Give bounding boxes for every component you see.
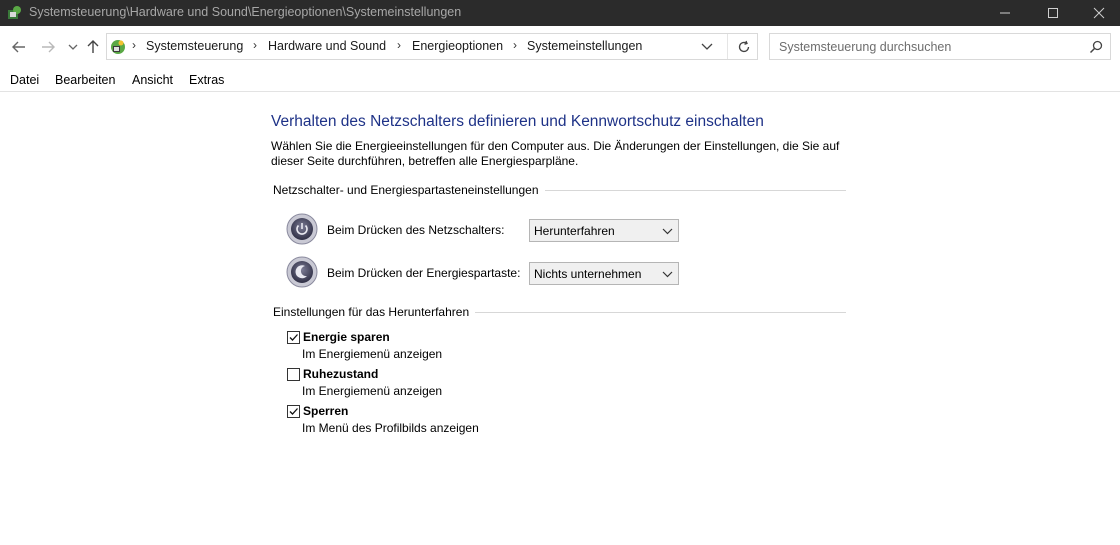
- maximize-button[interactable]: [1030, 0, 1076, 26]
- menu-item-bearbeiten[interactable]: Bearbeiten: [55, 73, 115, 87]
- chevron-down-icon: [662, 228, 673, 235]
- breadcrumb-separator: ›: [132, 38, 136, 52]
- ruhezustand-checkbox[interactable]: [287, 368, 300, 381]
- control-panel-icon: [111, 40, 125, 54]
- section-title: Einstellungen für das Herunterfahren: [273, 305, 476, 319]
- arrow-left-icon: [12, 41, 25, 53]
- recent-locations-button[interactable]: [64, 38, 82, 56]
- chevron-down-icon: [662, 271, 673, 278]
- energie-sparen-checkbox[interactable]: [287, 331, 300, 344]
- sleep-button-label: Beim Drücken der Energiespartaste:: [327, 266, 521, 280]
- arrow-up-icon: [87, 40, 99, 53]
- power-button-icon: [286, 213, 318, 245]
- breadcrumb-item-energieoptionen[interactable]: Energieoptionen: [412, 39, 503, 53]
- select-value: Herunterfahren: [534, 224, 615, 238]
- refresh-button[interactable]: [727, 34, 760, 59]
- close-icon: [1093, 7, 1105, 19]
- section-power-buttons: Netzschalter- und Energiespartasteneinst…: [273, 183, 846, 197]
- title-bar: Systemsteuerung\Hardware und Sound\Energ…: [0, 0, 1120, 26]
- search-placeholder: Systemsteuerung durchsuchen: [779, 40, 952, 54]
- energie-sparen-subtitle: Im Energiemenü anzeigen: [302, 347, 443, 361]
- chevron-down-icon: [68, 44, 78, 50]
- menu-bar: Datei Bearbeiten Ansicht Extras: [0, 70, 1120, 92]
- search-input[interactable]: Systemsteuerung durchsuchen: [769, 33, 1111, 60]
- breadcrumb-separator: ›: [513, 38, 517, 52]
- chevron-down-icon[interactable]: [697, 39, 717, 55]
- section-title: Netzschalter- und Energiespartasteneinst…: [273, 183, 545, 197]
- menu-item-extras[interactable]: Extras: [189, 73, 224, 87]
- power-button-action-select[interactable]: Herunterfahren: [529, 219, 679, 242]
- energie-sparen-label[interactable]: Energie sparen: [303, 330, 390, 344]
- sperren-label[interactable]: Sperren: [303, 404, 348, 418]
- minimize-icon: [1000, 12, 1010, 14]
- breadcrumb-item-hardware-und-sound[interactable]: Hardware und Sound: [268, 39, 386, 53]
- address-bar[interactable]: › Systemsteuerung › Hardware und Sound ›…: [106, 33, 758, 60]
- breadcrumb-separator: ›: [253, 38, 257, 52]
- maximize-icon: [1048, 8, 1058, 18]
- power-button-label: Beim Drücken des Netzschalters:: [327, 223, 505, 237]
- menu-item-ansicht[interactable]: Ansicht: [132, 73, 173, 87]
- checkmark-icon: [289, 408, 298, 415]
- refresh-icon: [738, 40, 750, 52]
- breadcrumb-item-systemeinstellungen[interactable]: Systemeinstellungen: [527, 39, 642, 53]
- sperren-subtitle: Im Menü des Profilbilds anzeigen: [302, 421, 479, 435]
- breadcrumb-separator: ›: [397, 38, 401, 52]
- window-title: Systemsteuerung\Hardware und Sound\Energ…: [29, 5, 462, 19]
- sleep-button-action-select[interactable]: Nichts unternehmen: [529, 262, 679, 285]
- sperren-checkbox[interactable]: [287, 405, 300, 418]
- menu-item-datei[interactable]: Datei: [10, 73, 39, 87]
- select-value: Nichts unternehmen: [534, 267, 642, 281]
- navigation-bar: › Systemsteuerung › Hardware und Sound ›…: [0, 26, 1120, 68]
- page-title: Verhalten des Netzschalters definieren u…: [271, 113, 764, 130]
- up-button[interactable]: [84, 38, 102, 56]
- close-button[interactable]: [1076, 0, 1120, 26]
- section-shutdown-settings: Einstellungen für das Herunterfahren: [273, 305, 846, 319]
- sleep-button-icon: [286, 256, 318, 288]
- ruhezustand-label[interactable]: Ruhezustand: [303, 367, 378, 381]
- control-panel-icon: [8, 6, 21, 19]
- breadcrumb-item-systemsteuerung[interactable]: Systemsteuerung: [146, 39, 243, 53]
- minimize-button[interactable]: [982, 0, 1028, 26]
- search-icon[interactable]: [1089, 40, 1103, 54]
- back-button[interactable]: [10, 38, 28, 56]
- forward-button[interactable]: [39, 38, 57, 56]
- checkmark-icon: [289, 334, 298, 341]
- arrow-right-icon: [42, 41, 55, 53]
- ruhezustand-subtitle: Im Energiemenü anzeigen: [302, 384, 443, 398]
- page-description: Wählen Sie die Energieeinstellungen für …: [271, 139, 840, 168]
